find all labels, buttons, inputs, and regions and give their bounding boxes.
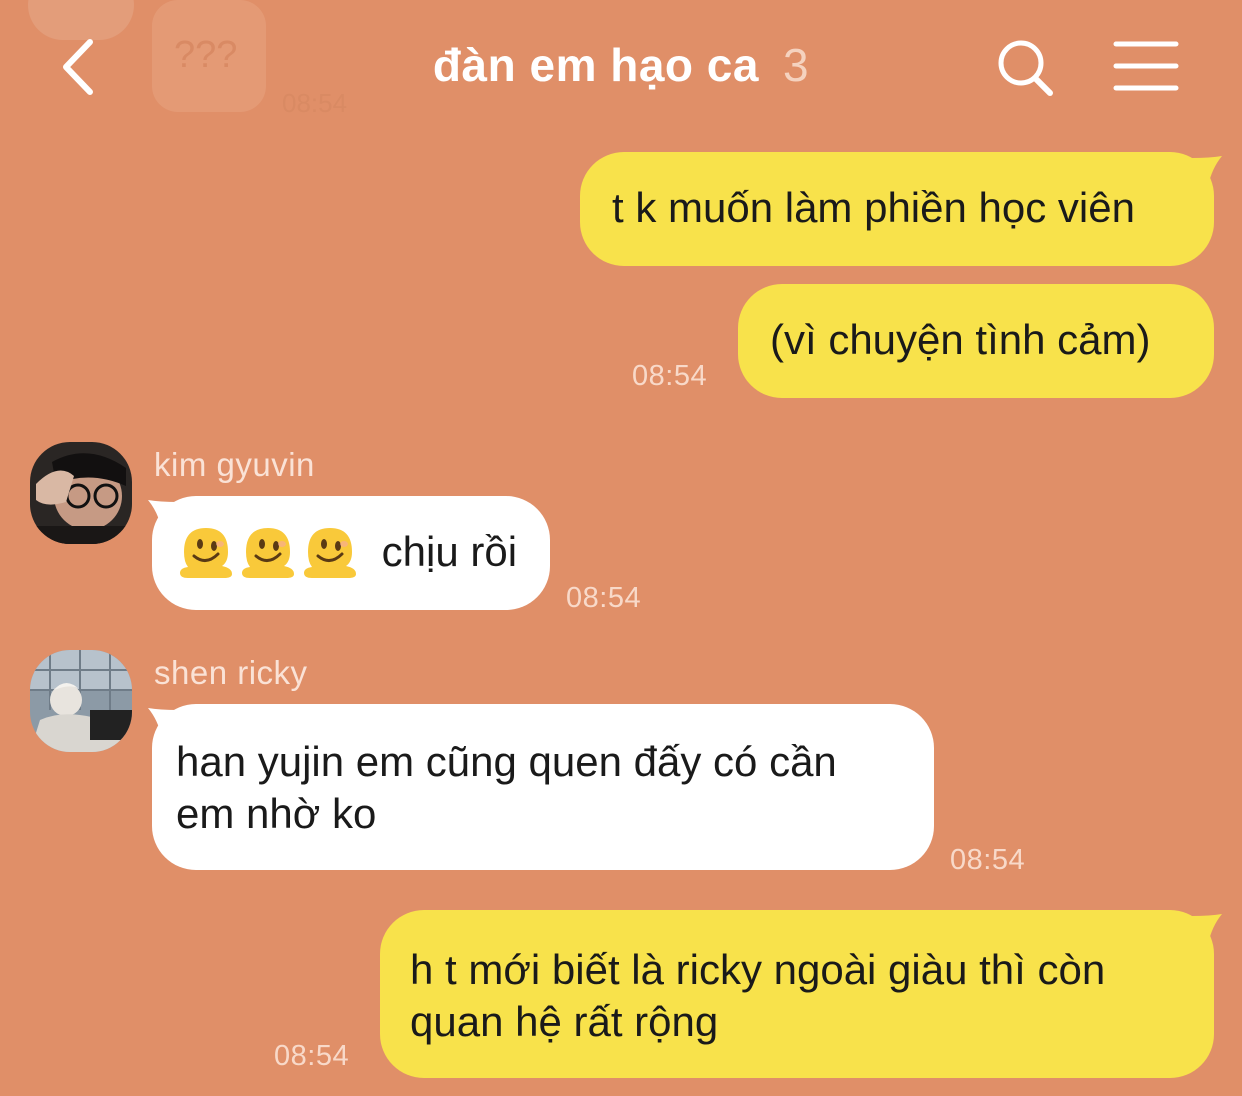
faded-avatar — [28, 0, 134, 40]
message-text: t k muốn làm phiền học viên — [612, 184, 1135, 231]
message-bubble[interactable]: t k muốn làm phiền học viên — [580, 152, 1214, 266]
faded-message-time: 08:54 — [282, 88, 348, 118]
message-bubble[interactable]: (vì chuyện tình cảm) — [738, 284, 1214, 398]
message-text-line: h t mới biết là ricky ngoài giàu thì còn — [410, 946, 1106, 993]
message-text-line: em nhờ ko — [176, 790, 377, 837]
emoji-group — [176, 525, 362, 578]
search-button[interactable] — [994, 36, 1058, 100]
message-bubble[interactable]: chịu rồi — [152, 496, 550, 610]
message-text: chịu rồi — [381, 528, 518, 575]
melting-face-emoji — [304, 528, 356, 578]
hamburger-menu-icon — [1113, 41, 1179, 91]
message-time: 08:54 — [566, 582, 642, 614]
message-bubble[interactable]: h t mới biết là ricky ngoài giàu thì còn… — [380, 910, 1214, 1078]
message-text-line: han yujin em cũng quen đấy có cần — [176, 738, 837, 785]
message-time: 08:54 — [274, 1040, 350, 1072]
chat-title: đàn em hạo ca — [432, 39, 759, 91]
sender-name: shen ricky — [154, 654, 308, 691]
message-text-line: quan hệ rất rộng — [410, 998, 719, 1045]
melting-face-emoji — [180, 528, 232, 578]
melting-face-emoji — [242, 528, 294, 578]
message-text: (vì chuyện tình cảm) — [770, 316, 1151, 363]
avatar[interactable] — [30, 442, 132, 544]
sender-name: kim gyuvin — [154, 446, 315, 483]
message-time: 08:54 — [632, 360, 708, 392]
member-count: 3 — [782, 39, 810, 91]
avatar[interactable] — [30, 650, 132, 752]
message-time: 08:54 — [950, 844, 1026, 876]
message-bubble[interactable]: han yujin em cũng quen đấy có cần em nhờ… — [152, 704, 934, 870]
menu-button[interactable] — [1112, 38, 1182, 94]
chat-header: ??? 08:54 đàn em hạo ca 3 — [0, 0, 1242, 140]
search-icon — [998, 40, 1053, 96]
